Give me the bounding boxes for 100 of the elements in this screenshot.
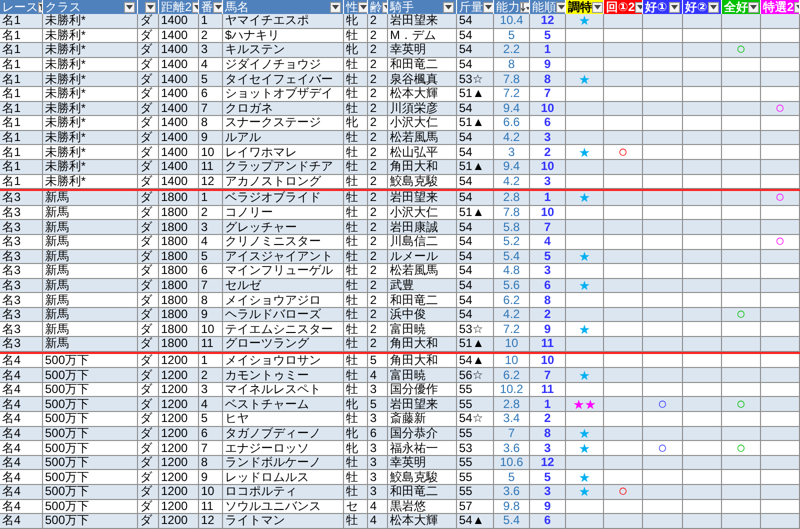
table-cell: 3 <box>370 442 377 455</box>
table-cell: 松本大輝 <box>390 87 438 100</box>
table-cell: 5 <box>544 250 551 263</box>
table-cell: 福永祐一 <box>390 442 438 455</box>
table-cell: 牡 <box>346 456 358 470</box>
table-cell: 牡 <box>346 368 358 382</box>
table-cell: 8 <box>544 294 551 307</box>
table-cell: 牡 <box>346 191 358 204</box>
table-cell: 54 <box>459 220 472 234</box>
table-cell: 幸英明 <box>390 43 426 56</box>
table-cell: 2 <box>370 146 377 159</box>
table-cell: 牡 <box>346 58 358 72</box>
filter-dropdown-button[interactable] <box>330 2 341 12</box>
table-cell: ダ <box>140 514 152 528</box>
filter-dropdown-button[interactable] <box>669 2 680 12</box>
table-cell: ベラジオブライド <box>225 191 321 204</box>
header-label: 好② <box>685 0 708 14</box>
filter-dropdown-button[interactable] <box>520 2 529 12</box>
table-cell: 2 <box>370 337 377 350</box>
circle-mark: ○ <box>658 398 668 411</box>
filter-dropdown-button[interactable] <box>592 2 603 12</box>
table-cell: 新馬 <box>45 264 69 278</box>
header-label: 性 <box>346 0 358 14</box>
table-cell: 8 <box>201 294 208 307</box>
filter-dropdown-button[interactable] <box>708 2 719 12</box>
table-cell: ダ <box>140 264 152 278</box>
table-cell: ダ <box>140 485 152 498</box>
table-cell: 2 <box>370 206 377 220</box>
table-cell: レッドロムルス <box>225 470 309 484</box>
table-cell: 53☆ <box>459 322 484 336</box>
table-cell: 3 <box>508 146 515 159</box>
table-cell: 500万下 <box>45 412 90 426</box>
table-cell: 5.4 <box>503 250 520 263</box>
filter-dropdown-button[interactable] <box>358 2 367 12</box>
table-cell: 2 <box>370 116 377 130</box>
table-cell: 未勝利* <box>45 174 86 188</box>
table-cell: ダ <box>140 470 152 484</box>
filter-dropdown-button[interactable] <box>213 2 222 12</box>
table-cell: 新馬 <box>45 294 69 307</box>
table-cell: 2 <box>544 146 551 159</box>
table-cell: ダ <box>140 191 152 204</box>
table-cell: 1800 <box>161 220 188 234</box>
table-cell: 2 <box>370 220 377 234</box>
table-cell: 54 <box>459 235 472 248</box>
table-cell: 牡 <box>346 102 358 115</box>
table-cell: ダ <box>140 368 152 382</box>
table-cell: 7 <box>201 278 208 292</box>
table-cell: ダ <box>140 220 152 234</box>
filter-dropdown-button[interactable] <box>556 2 565 12</box>
table-cell: 7 <box>201 102 208 115</box>
table-cell: 1400 <box>161 14 188 28</box>
table-cell: 6.2 <box>503 368 520 382</box>
table-cell: 名4 <box>2 354 21 367</box>
table-cell: 鮫島克駿 <box>390 470 438 484</box>
table-cell: ダ <box>140 160 152 174</box>
table-cell: アカノストロング <box>225 174 321 188</box>
filter-dropdown-button[interactable] <box>483 2 493 12</box>
circle-mark: ○ <box>775 235 785 248</box>
table-cell: 斎藤新 <box>390 412 426 426</box>
filter-dropdown-button[interactable] <box>443 2 454 12</box>
table-cell: 未勝利* <box>45 131 86 144</box>
table-cell: 7 <box>544 87 551 100</box>
table-cell: 4 <box>370 368 377 382</box>
table-cell: 2 <box>370 264 377 278</box>
table-cell: 4 <box>201 235 208 248</box>
table-cell: 10 <box>504 337 518 350</box>
table-cell: 鮫島克駿 <box>390 174 438 188</box>
filter-dropdown-button[interactable] <box>124 2 135 12</box>
table-cell: 51▲ <box>459 206 484 220</box>
table-cell: 角田大和 <box>390 337 438 350</box>
caret-icon <box>445 4 452 10</box>
table-cell: 1200 <box>161 354 188 367</box>
table-cell: ダ <box>140 174 152 188</box>
table-cell: 3 <box>370 383 377 396</box>
table-cell: 10.6 <box>500 456 524 470</box>
table-cell: 10 <box>201 146 214 159</box>
table-cell: 牝 <box>346 426 358 440</box>
table-cell: 2 <box>370 294 377 307</box>
table-cell: ジダイノチョウジ <box>225 58 321 72</box>
star-mark: ★ <box>578 146 590 159</box>
table-cell: 5 <box>544 28 551 42</box>
table-cell: 54 <box>459 264 472 278</box>
table-cell: 500万下 <box>45 514 90 528</box>
table-cell: 1400 <box>161 102 188 115</box>
table-cell: 角田大和 <box>390 354 438 367</box>
sort-arrow-icon <box>521 2 529 12</box>
table-cell: 12 <box>540 456 554 470</box>
table-cell: 1800 <box>161 235 188 248</box>
table-cell: 未勝利* <box>45 87 86 100</box>
table-cell: ダ <box>140 500 152 513</box>
table-cell: 名1 <box>2 28 21 42</box>
table-cell: 1200 <box>161 412 188 426</box>
filter-dropdown-button[interactable] <box>748 2 759 12</box>
table-cell: 54▲ <box>459 514 484 528</box>
filter-dropdown-button[interactable] <box>145 2 156 12</box>
table-cell: 小沢大仁 <box>390 206 438 220</box>
header-label: 全好 <box>724 0 748 14</box>
table-cell: 牡 <box>346 264 358 278</box>
circle-mark: ○ <box>618 146 628 159</box>
circle-mark: ○ <box>736 308 746 322</box>
